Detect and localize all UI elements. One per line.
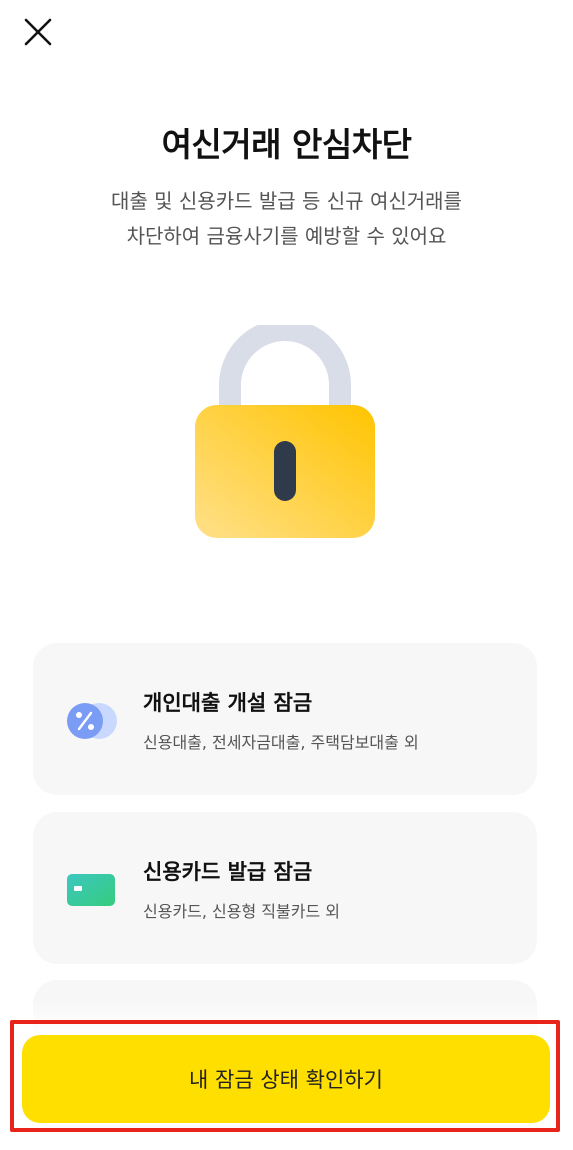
close-button[interactable] — [20, 14, 56, 50]
padlock-icon — [195, 325, 375, 538]
loan-lock-desc: 신용대출, 전세자금대출, 주택담보대출 외 — [143, 733, 419, 752]
check-lock-status-button[interactable]: 내 잠금 상태 확인하기 — [22, 1035, 550, 1123]
percent-coin-icon — [67, 703, 117, 739]
page-title: 여신거래 안심차단 — [161, 125, 412, 164]
subtitle-line-2: 차단하여 금융사기를 예방할 수 있어요 — [126, 224, 447, 248]
card-issue-lock-desc: 신용카드, 신용형 직불카드 외 — [143, 902, 340, 921]
card-issue-lock-title: 신용카드 발급 잠금 — [143, 860, 313, 884]
loan-lock-card[interactable]: 개인대출 개설 잠금 신용대출, 전세자금대출, 주택담보대출 외 — [33, 643, 537, 795]
loan-lock-title: 개인대출 개설 잠금 — [143, 691, 313, 715]
subtitle-line-1: 대출 및 신용카드 발급 등 신규 여신거래를 — [111, 189, 462, 213]
page-subtitle: 대출 및 신용카드 발급 등 신규 여신거래를 차단하여 금융사기를 예방할 수… — [0, 184, 573, 254]
close-icon — [24, 18, 52, 46]
card-issue-lock-card[interactable]: 신용카드 발급 잠금 신용카드, 신용형 직불카드 외 — [33, 812, 537, 964]
credit-card-icon — [67, 874, 115, 906]
